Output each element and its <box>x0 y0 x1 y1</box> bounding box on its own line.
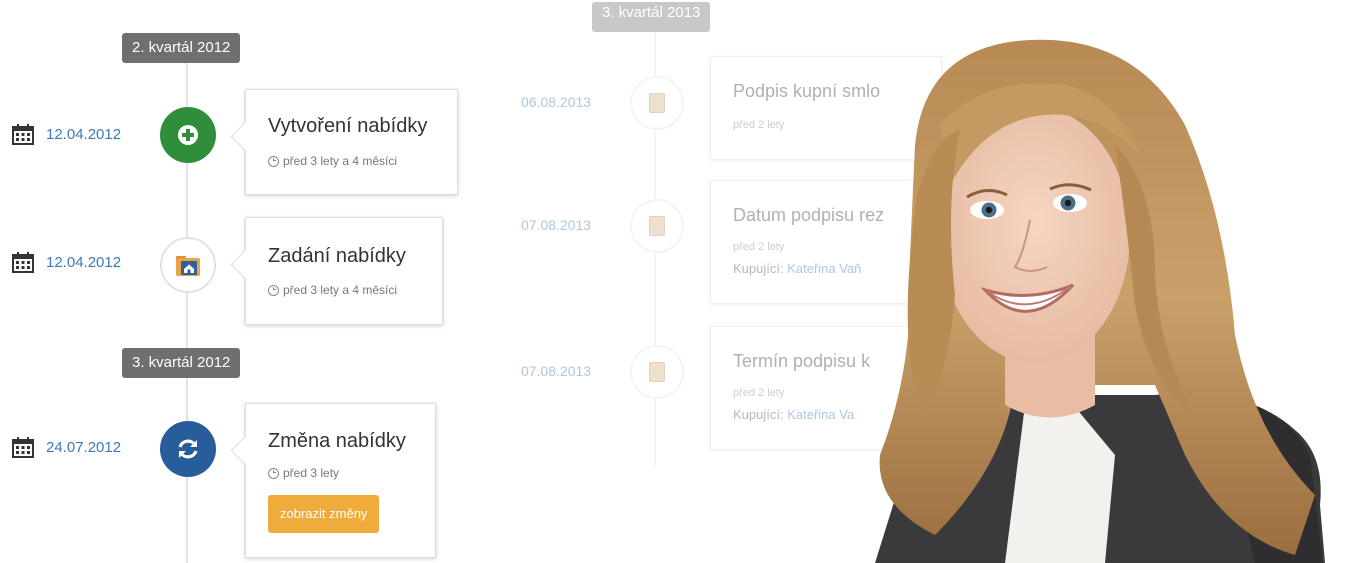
buyer-label: Kupující: <box>733 407 784 422</box>
event-date-row: 12.04.2012 <box>12 251 121 273</box>
house-folder-icon <box>160 237 216 293</box>
faded-event-ago: před 2 lety <box>733 241 785 253</box>
event-date-row: 12.04.2012 <box>12 123 121 145</box>
quarter-label: 2. kvartál 2012 <box>122 33 241 63</box>
show-changes-button[interactable]: zobrazit změny <box>268 495 380 533</box>
event-ago: před 3 lety a 4 měsíci <box>268 154 397 168</box>
woman-photo <box>875 39 1325 563</box>
quarter-label: 3. kvartál 2012 <box>122 348 241 378</box>
clock-icon <box>268 467 279 479</box>
event-date[interactable]: 12.04.2012 <box>46 254 121 271</box>
calendar-icon <box>12 124 34 145</box>
faded-event-ago: před 2 lety <box>733 387 785 399</box>
calendar-icon <box>12 252 34 273</box>
faded-event-date[interactable]: 07.08.2013 <box>521 217 591 233</box>
buyer-link[interactable]: Kateřina Vaň <box>787 261 861 276</box>
document-icon <box>630 76 684 130</box>
event-ago-text: před 3 lety <box>283 466 340 480</box>
event-date[interactable]: 12.04.2012 <box>46 126 121 143</box>
faded-event-date[interactable]: 06.08.2013 <box>521 94 591 110</box>
event-card[interactable]: Změna nabídky před 3 lety zobrazit změny <box>230 403 436 558</box>
clock-icon <box>268 284 279 296</box>
faded-event-ago: před 2 lety <box>733 119 785 131</box>
buyer-label: Kupující: <box>733 261 784 276</box>
document-icon <box>630 199 684 253</box>
faded-quarter-label: 3. kvartál 2013 <box>592 2 711 32</box>
clock-icon <box>268 155 279 167</box>
faded-event-buyer: Kupující: Kateřina Va <box>733 407 854 422</box>
event-ago-text: před 3 lety a 4 měsíci <box>283 154 398 168</box>
event-ago: před 3 lety a 4 měsíci <box>268 283 397 297</box>
event-date-row: 24.07.2012 <box>12 436 121 458</box>
calendar-icon <box>12 437 34 458</box>
document-icon <box>630 345 684 399</box>
event-title: Změna nabídky <box>268 430 406 452</box>
faded-event-title: Termín podpisu k <box>733 351 871 371</box>
event-card[interactable]: Zadání nabídky před 3 lety a 4 měsíci <box>230 217 443 325</box>
event-card[interactable]: Vytvoření nabídky před 3 lety a 4 měsíci <box>230 89 458 195</box>
buyer-link[interactable]: Kateřina Va <box>787 407 854 422</box>
refresh-icon <box>160 421 216 477</box>
plus-icon <box>160 107 216 163</box>
faded-event-buyer: Kupující: Kateřina Vaň <box>733 261 861 276</box>
timeline-stage: 3. kvartál 2013 06.08.2013 Podpis kupní … <box>0 0 1372 563</box>
event-ago: před 3 lety <box>268 466 339 480</box>
event-title: Zadání nabídky <box>268 245 406 267</box>
event-ago-text: před 3 lety a 4 měsíci <box>283 283 398 297</box>
event-title: Vytvoření nabídky <box>268 115 428 137</box>
faded-event-date[interactable]: 07.08.2013 <box>521 363 591 379</box>
event-date[interactable]: 24.07.2012 <box>46 439 121 456</box>
